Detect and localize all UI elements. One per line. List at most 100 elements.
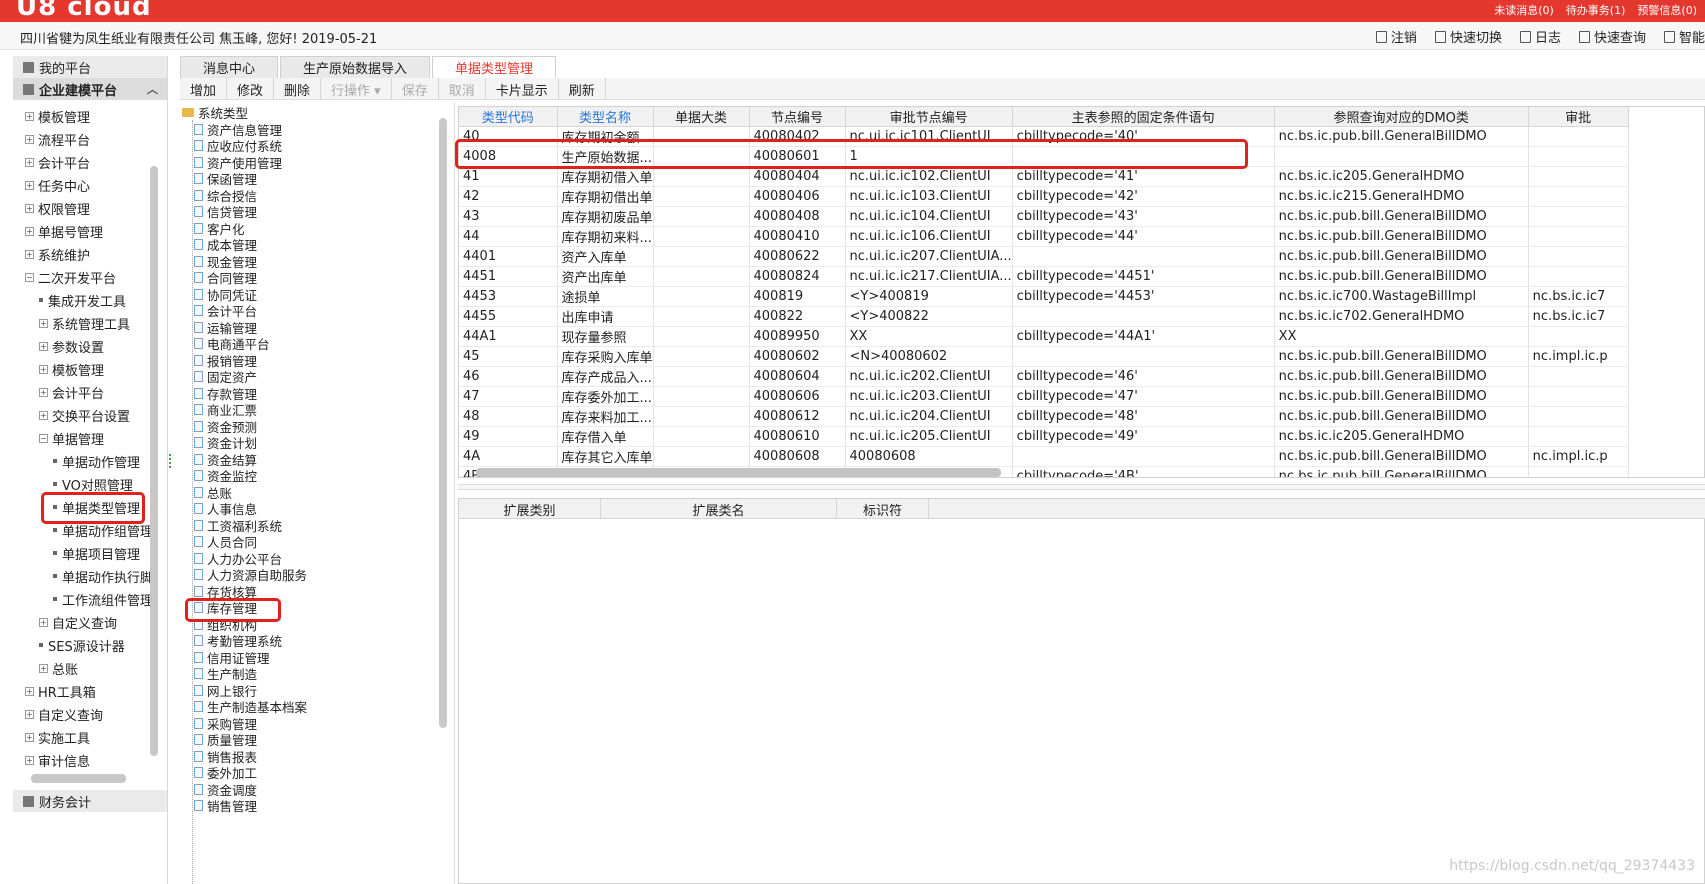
table-cell[interactable]: 49 — [459, 426, 558, 447]
table-cell[interactable]: 40080604 — [749, 366, 846, 387]
nav-item[interactable]: − 单据管理 — [39, 428, 104, 448]
table-cell[interactable] — [1528, 166, 1629, 187]
table-cell[interactable]: 44 — [459, 226, 558, 247]
tree-item[interactable]: 现金管理 — [194, 253, 257, 270]
nav-item[interactable]: + 单据号管理 — [25, 221, 103, 241]
ext-col-classname[interactable]: 扩展类名 — [601, 499, 837, 519]
tree-item[interactable]: 报销管理 — [194, 352, 257, 369]
expand-icon[interactable]: + — [25, 134, 34, 144]
nav-enterprise-platform[interactable]: 企业建模平台 ︿ — [13, 78, 167, 100]
table-cell[interactable]: 资产出库单 — [557, 266, 654, 287]
expand-icon[interactable]: + — [25, 755, 34, 765]
table-cell[interactable]: 库存期初借入单 — [557, 166, 654, 187]
table-row[interactable]: 4A 库存其它入库单 40080608 40080608 nc.bs.ic.pub.bi… — [459, 446, 1629, 467]
table-cell[interactable]: cbilltypecode='48' — [1012, 406, 1275, 427]
refresh-button[interactable]: 刷新 — [559, 78, 606, 100]
nav-item[interactable]: + 权限管理 — [25, 198, 90, 218]
grid-column-header[interactable]: 审批节点编号 — [845, 107, 1013, 127]
table-cell[interactable]: 现存量参照 — [557, 326, 654, 347]
table-cell[interactable]: nc.bs.ic.pub.bill.GeneralBillDMO — [1274, 406, 1529, 427]
tree-item[interactable]: 考勤管理系统 — [194, 633, 282, 649]
table-cell[interactable]: cbilltypecode='4453' — [1012, 286, 1275, 307]
table-cell[interactable]: nc.impl.ic.p — [1528, 446, 1629, 467]
table-row[interactable]: 47 库存委外加工... 40080606 nc.ui.ic.ic203.Client… — [459, 386, 1629, 407]
table-cell[interactable]: 40080602 — [749, 346, 846, 367]
nav-vertical-scrollbar[interactable] — [150, 166, 158, 756]
table-cell[interactable] — [1528, 246, 1629, 267]
table-cell[interactable]: nc.bs.ic.ic702.GeneralHDMO — [1274, 306, 1529, 327]
tree-item[interactable]: 合同管理 — [194, 270, 257, 286]
nav-item[interactable]: − 二次开发平台 — [25, 267, 116, 287]
tree-item[interactable]: 生产制造基本档案 — [194, 699, 307, 715]
nav-horizontal-scrollbar[interactable] — [31, 774, 126, 783]
table-cell[interactable]: 40080404 — [749, 166, 846, 187]
table-cell[interactable] — [653, 186, 750, 207]
table-cell[interactable] — [653, 226, 750, 247]
nav-item[interactable]: + 系统维护 — [25, 244, 90, 264]
table-cell[interactable]: nc.bs.ic.pub.bill.GeneralBillDMO — [1274, 466, 1529, 477]
table-cell[interactable]: <N>40080602 — [845, 346, 1013, 367]
table-cell[interactable]: 40080610 — [749, 426, 846, 447]
expand-icon[interactable]: + — [39, 318, 48, 328]
table-cell[interactable]: 库存期初废品单 — [557, 206, 654, 227]
alert-link[interactable]: 预警信息(0) — [1637, 2, 1697, 18]
table-cell[interactable]: 库存期初借出单 — [557, 186, 654, 207]
table-cell[interactable]: <Y>400819 — [845, 286, 1013, 307]
table-cell[interactable]: 40080824 — [749, 266, 846, 287]
tree-item[interactable]: 客户化 — [194, 220, 245, 237]
tree-item[interactable]: 资金调度 — [194, 781, 257, 798]
table-row[interactable]: 41 库存期初借入单 40080404 nc.ui.ic.ic102.ClientUI… — [459, 166, 1629, 187]
table-row[interactable]: 43 库存期初废品单 40080408 nc.ui.ic.ic104.ClientUI… — [459, 206, 1629, 227]
logout-button[interactable]: 注销 — [1375, 27, 1417, 46]
table-cell[interactable]: 46 — [459, 366, 558, 387]
table-cell[interactable] — [653, 246, 750, 267]
nav-item[interactable]: + 模板管理 — [25, 106, 90, 126]
nav-item[interactable]: + 参数设置 — [39, 336, 104, 356]
table-cell[interactable] — [653, 346, 750, 367]
table-cell[interactable]: nc.ui.ic.ic207.ClientUIA... — [845, 246, 1013, 267]
table-cell[interactable]: nc.bs.ic.ic205.GeneralHDMO — [1274, 426, 1529, 447]
table-cell[interactable]: 库存来料加工... — [557, 406, 654, 427]
table-cell[interactable]: 40080408 — [749, 206, 846, 227]
table-cell[interactable]: 4455 — [459, 306, 558, 327]
table-cell[interactable]: cbilltypecode='4B' — [1012, 466, 1275, 477]
table-cell[interactable]: cbilltypecode='43' — [1012, 206, 1275, 227]
table-cell[interactable]: nc.bs.ic.pub.bill.GeneralBillDMO — [1274, 446, 1529, 467]
table-cell[interactable]: XX — [845, 326, 1013, 347]
table-row[interactable]: 49 库存借入单 40080610 nc.ui.ic.ic205.ClientUI cb… — [459, 426, 1629, 447]
expand-icon[interactable]: + — [25, 203, 34, 213]
collapse-icon[interactable]: − — [39, 433, 48, 443]
table-cell[interactable] — [653, 386, 750, 407]
collapse-icon[interactable]: − — [25, 272, 34, 282]
nav-item[interactable]: 单据项目管理 — [53, 543, 140, 563]
nav-item[interactable]: + 会计平台 — [39, 382, 104, 402]
tree-item[interactable]: 销售管理 — [194, 798, 257, 814]
unread-messages-link[interactable]: 未读消息(0) — [1494, 2, 1554, 18]
nav-item[interactable]: + 自定义查询 — [25, 704, 103, 724]
expand-icon[interactable]: + — [39, 387, 48, 397]
table-cell[interactable]: 4401 — [459, 246, 558, 267]
table-cell[interactable] — [1528, 466, 1629, 477]
table-cell[interactable]: nc.bs.ic.ic700.WastageBillImpl — [1274, 286, 1529, 307]
ext-col-identifier[interactable]: 标识符 — [837, 499, 929, 519]
expand-icon[interactable]: + — [25, 249, 34, 259]
tab-message-center[interactable]: 消息中心 — [180, 56, 279, 78]
table-cell[interactable]: 44A1 — [459, 326, 558, 347]
todo-link[interactable]: 待办事务(1) — [1566, 2, 1626, 18]
table-row[interactable]: 42 库存期初借出单 40080406 nc.ui.ic.ic103.ClientUI… — [459, 186, 1629, 207]
table-cell[interactable] — [653, 306, 750, 327]
table-cell[interactable]: nc.ui.ic.ic103.ClientUI — [845, 186, 1013, 207]
nav-item[interactable]: + 任务中心 — [25, 175, 90, 195]
nav-item[interactable]: + 模板管理 — [39, 359, 104, 379]
quick-query-button[interactable]: 快速查询 — [1578, 27, 1646, 46]
table-row[interactable]: 4401 资产入库单 40080622 nc.ui.ic.ic207.ClientUI… — [459, 246, 1629, 267]
cancel-button[interactable]: 取消 — [439, 78, 486, 100]
table-cell[interactable]: 40080622 — [749, 246, 846, 267]
ext-col-category[interactable]: 扩展类别 — [459, 499, 601, 519]
nav-item[interactable]: + 审计信息 — [25, 750, 90, 770]
table-cell[interactable]: nc.bs.ic.ic7 — [1528, 306, 1629, 327]
table-cell[interactable]: 42 — [459, 186, 558, 207]
expand-icon[interactable]: + — [25, 686, 34, 696]
table-cell[interactable] — [1528, 146, 1629, 167]
table-cell[interactable]: 400822 — [749, 306, 846, 327]
